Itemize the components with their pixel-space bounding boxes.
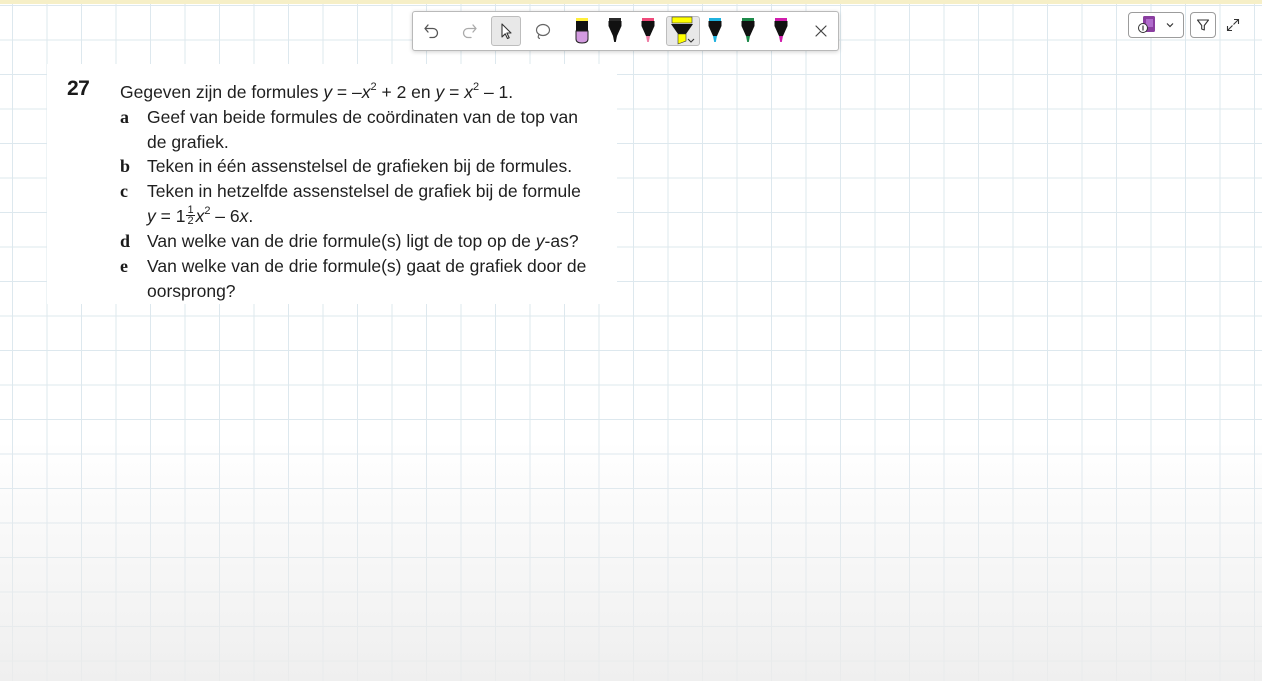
pen-icon bbox=[608, 18, 622, 42]
question-c-formula: y = 1 1 2 x2 – 6x. bbox=[147, 203, 254, 227]
undo-button[interactable] bbox=[417, 16, 447, 46]
chevron-down-icon bbox=[1166, 23, 1174, 28]
top-highlight-strip bbox=[0, 0, 1262, 4]
question-e-line1: Van welke van de drie formule(s) gaat de… bbox=[147, 256, 587, 276]
pen-lilac-button[interactable] bbox=[567, 16, 597, 46]
lasso-icon bbox=[535, 23, 551, 40]
pen-pink-button[interactable] bbox=[633, 16, 663, 46]
question-a-line1: Geef van beide formules de coördinaten v… bbox=[147, 107, 578, 127]
close-icon bbox=[815, 25, 827, 37]
pen-green-button[interactable] bbox=[733, 16, 763, 46]
question-d-letter: d bbox=[120, 231, 131, 251]
pen-icon bbox=[708, 18, 722, 42]
redo-button[interactable] bbox=[454, 16, 484, 46]
pen-icon bbox=[741, 18, 755, 42]
exercise-intro: Gegeven zijn de formules y = –x2 + 2 en … bbox=[120, 81, 514, 102]
select-tool-button[interactable] bbox=[491, 16, 521, 46]
pen-cyan-button[interactable] bbox=[700, 16, 730, 46]
exercise-card[interactable]: 27 Gegeven zijn de formules y = –x2 + 2 … bbox=[47, 64, 617, 304]
question-a-line2: de grafiek. bbox=[147, 132, 229, 152]
question-c-letter: c bbox=[120, 181, 128, 201]
expand-button[interactable] bbox=[1222, 12, 1244, 38]
question-b-line1: Teken in één assenstelsel de grafieken b… bbox=[147, 156, 573, 176]
pen-black-button[interactable] bbox=[600, 16, 630, 46]
pen-magenta-button[interactable] bbox=[766, 16, 796, 46]
funnel-icon bbox=[1196, 19, 1210, 31]
question-e-line2: oorsprong? bbox=[147, 281, 236, 301]
highlighter-yellow-button[interactable] bbox=[666, 16, 700, 46]
question-a-letter: a bbox=[120, 107, 129, 127]
drawing-toolbar bbox=[412, 11, 839, 51]
filter-button[interactable] bbox=[1190, 12, 1216, 38]
close-toolbar-button[interactable] bbox=[806, 16, 836, 46]
cursor-icon bbox=[501, 23, 512, 40]
onenote-class-notebook-icon bbox=[1138, 16, 1155, 33]
question-d-line1: Van welke van de drie formule(s) ligt de… bbox=[147, 231, 579, 251]
highlighter-icon bbox=[671, 16, 695, 45]
exercise-number: 27 bbox=[67, 77, 90, 100]
pen-icon bbox=[774, 18, 788, 42]
pen-icon bbox=[641, 18, 655, 42]
undo-icon bbox=[424, 24, 439, 39]
question-b-letter: b bbox=[120, 156, 131, 176]
expand-icon bbox=[1226, 18, 1240, 32]
question-e-letter: e bbox=[120, 256, 128, 276]
question-c-line1: Teken in hetzelfde assenstelsel de grafi… bbox=[147, 181, 581, 201]
redo-icon bbox=[462, 24, 477, 39]
pen-icon bbox=[575, 18, 589, 44]
lasso-tool-button[interactable] bbox=[528, 16, 558, 46]
notebook-app-dropdown[interactable] bbox=[1128, 12, 1184, 38]
